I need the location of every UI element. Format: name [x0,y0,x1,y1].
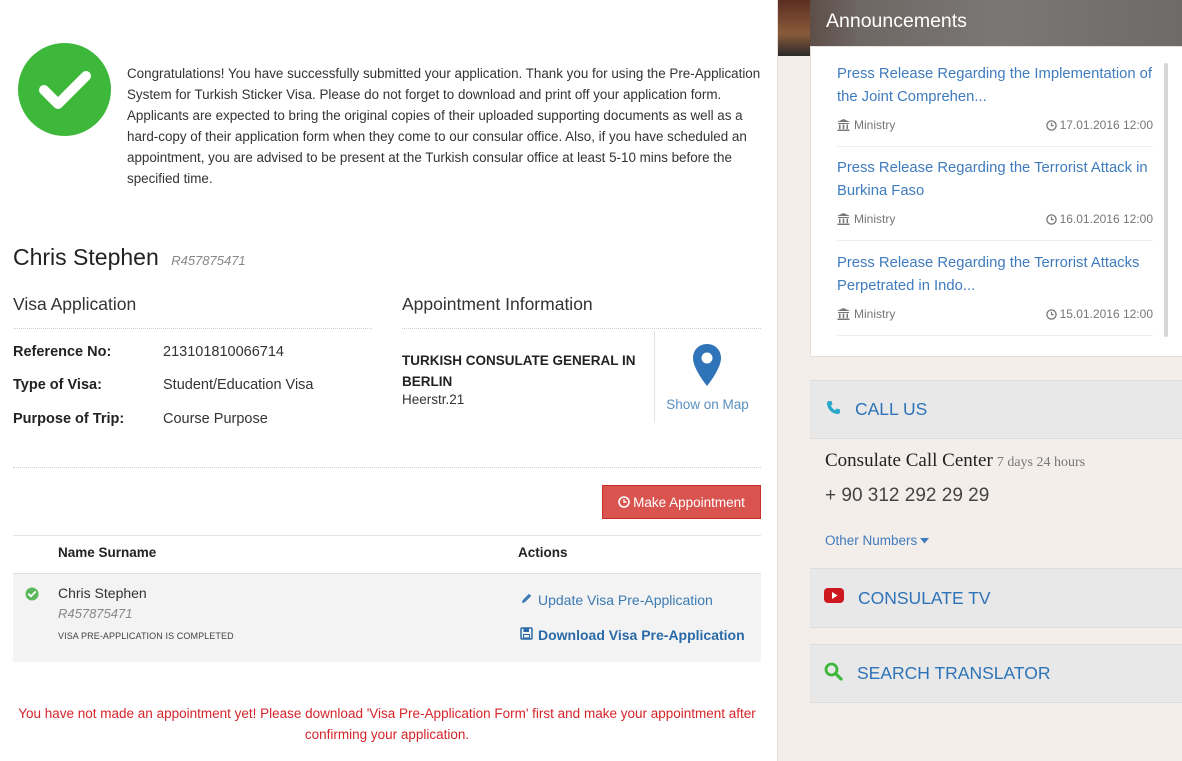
announcement-source: Ministry [837,307,895,321]
caret-down-icon [920,537,930,543]
announcement-item: Press Release Regarding the Terrorist At… [837,157,1153,241]
clock-icon [1045,213,1057,225]
call-center-name: Consulate Call Center [825,450,993,471]
clock-icon [618,496,630,508]
announcement-meta: Ministry 16.01.2016 12:00 [837,212,1153,232]
announcement-meta: Ministry 15.01.2016 12:00 [837,307,1153,327]
announcement-date-label: 15.01.2016 12:00 [1059,307,1153,321]
announcement-date-label: 17.01.2016 12:00 [1059,118,1153,132]
announcement-source: Ministry [837,118,895,132]
consulate-name: TURKISH CONSULATE GENERAL IN BERLIN [402,353,636,389]
visa-application-title: Visa Application [13,294,137,314]
announcements-title: Announcements [826,10,967,32]
announcement-link[interactable]: Press Release Regarding the Terrorist At… [837,252,1153,298]
announcement-source: Ministry [837,212,895,226]
announcement-source-label: Ministry [854,212,896,226]
announcement-source-label: Ministry [854,307,896,321]
bank-icon [837,119,850,131]
consulate-address: Heerstr.21 [402,392,465,407]
purpose-value: Course Purpose [163,411,268,427]
success-message: Congratulations! You have successfully s… [127,66,761,186]
header-photo [778,0,810,56]
applicant-reference: R457875471 [171,253,246,268]
applicant-header: Chris Stephen R457875471 [13,244,246,271]
pencil-icon [520,592,533,608]
scrollbar[interactable] [1164,63,1168,337]
table-header: Name Surname Actions [13,545,761,565]
announcement-item: Press Release Regarding the Terrorist At… [837,252,1153,336]
check-icon [25,587,39,606]
divider [402,328,761,329]
make-appointment-label: Make Appointment [633,494,745,510]
reference-no-value: 213101810066714 [163,344,284,360]
announcement-item: Press Release Regarding the Implementati… [837,63,1153,147]
update-pre-application-label: Update Visa Pre-Application [538,592,713,608]
visa-type-label: Type of Visa: [13,377,102,393]
bank-icon [837,213,850,225]
announcement-source-label: Ministry [854,118,896,132]
announcement-date: 15.01.2016 12:00 [1045,307,1153,321]
table-top-border [13,535,761,536]
consulate-tv-panel[interactable]: CONSULATE TV [810,568,1182,628]
other-numbers-label: Other Numbers [825,533,918,548]
no-appointment-warning: You have not made an appointment yet! Pl… [18,706,756,742]
search-translator-label: SEARCH TRANSLATOR [857,663,1051,683]
clock-icon [1045,308,1057,320]
announcement-date: 17.01.2016 12:00 [1045,118,1153,132]
download-pre-application-label: Download Visa Pre-Application [538,627,745,643]
appointment-info-title: Appointment Information [402,294,593,314]
announcement-meta: Ministry 17.01.2016 12:00 [837,118,1153,138]
announcement-date: 16.01.2016 12:00 [1045,212,1153,226]
announcement-date-label: 16.01.2016 12:00 [1059,212,1153,226]
table-row: Chris Stephen R457875471 VISA PRE-APPLIC… [13,573,761,662]
show-on-map-link[interactable]: Show on Map [654,397,761,412]
bank-icon [837,308,850,320]
main-content: Congratulations! You have successfully s… [0,0,777,761]
phone-icon [826,400,841,420]
check-circle-icon [18,43,111,136]
update-pre-application-link[interactable]: Update Visa Pre-Application [520,592,713,608]
visa-type-value: Student/Education Visa [163,377,314,393]
call-center-number: + 90 312 292 29 29 [825,485,990,506]
row-name: Chris Stephen [58,585,147,601]
row-status: VISA PRE-APPLICATION IS COMPLETED [58,631,234,641]
call-center-hours: 7 days 24 hours [996,455,1086,470]
floppy-disk-icon [520,627,533,643]
other-numbers-dropdown[interactable]: Other Numbers [825,533,930,548]
call-center-title: Consulate Call Center 7 days 24 hours [825,450,1085,472]
search-translator-panel[interactable]: SEARCH TRANSLATOR [810,644,1182,703]
header-actions: Actions [518,545,568,560]
map-pin-icon[interactable] [692,343,722,392]
sidebar: Announcements Press Release Regarding th… [777,0,1182,761]
reference-no-label: Reference No: [13,344,112,360]
youtube-icon [824,588,844,608]
applicant-name: Chris Stephen [13,244,159,270]
header-name-surname: Name Surname [58,545,157,560]
purpose-label: Purpose of Trip: [13,411,125,427]
download-pre-application-link[interactable]: Download Visa Pre-Application [520,627,745,643]
announcement-link[interactable]: Press Release Regarding the Terrorist At… [837,157,1153,203]
consulate-tv-label: CONSULATE TV [858,587,991,608]
search-icon [824,662,843,686]
make-appointment-button[interactable]: Make Appointment [602,485,761,519]
call-us-label: CALL US [855,399,928,419]
announcements-list: Press Release Regarding the Implementati… [810,46,1182,357]
clock-icon [1045,119,1057,131]
row-reference: R457875471 [58,606,133,621]
call-us-panel[interactable]: CALL US [810,380,1182,439]
divider [13,467,761,468]
announcement-link[interactable]: Press Release Regarding the Implementati… [837,63,1153,109]
divider [13,328,372,329]
